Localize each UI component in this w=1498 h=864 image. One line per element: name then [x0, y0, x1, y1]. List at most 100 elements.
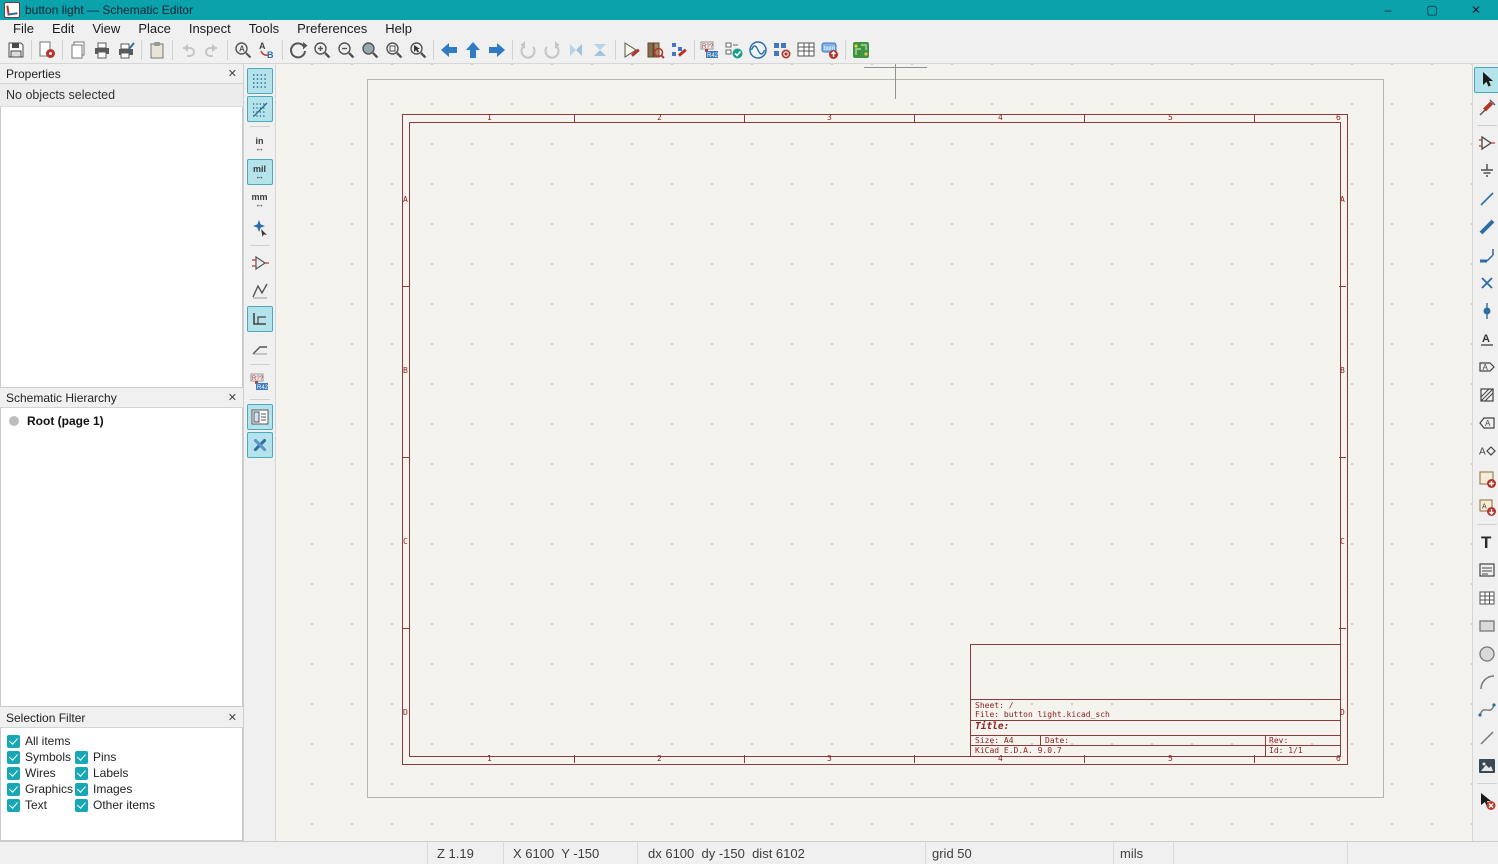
schematic-canvas[interactable]: 1 2 3 4 5 6 1 2 3 4 5 6 A B C D A B C D	[276, 64, 1472, 841]
show-hidden-pins-button[interactable]	[247, 250, 273, 276]
crosshair-style-button[interactable]	[247, 215, 273, 241]
bezier-tool-button[interactable]	[1474, 697, 1498, 723]
grid-overrides-button[interactable]	[246, 96, 273, 122]
save-button[interactable]	[4, 38, 28, 62]
find-replace-button[interactable]: AB	[255, 38, 279, 62]
paste-button[interactable]	[145, 38, 169, 62]
filter-images[interactable]: Images	[75, 782, 132, 796]
hierarchy-navigator-button[interactable]	[246, 404, 273, 430]
hierarchy-close-icon[interactable]: ✕	[228, 391, 237, 404]
assign-footprints-button[interactable]	[770, 38, 794, 62]
menu-file[interactable]: File	[4, 20, 43, 37]
annotate-button[interactable]: R?? R42	[698, 38, 722, 62]
annotate-auto-button[interactable]: R?? R42	[247, 369, 273, 395]
hierarchical-label-tool-button[interactable]: A	[1474, 410, 1498, 436]
image-tool-button[interactable]	[1474, 753, 1498, 779]
line-tool-button[interactable]	[1474, 725, 1498, 751]
plot-button[interactable]	[114, 38, 138, 62]
wire-tool-button[interactable]	[1474, 186, 1498, 212]
nav-up-button[interactable]	[461, 38, 485, 62]
place-symbol-tool-button[interactable]	[1474, 130, 1498, 156]
units-inches-button[interactable]: in ↔	[247, 131, 273, 157]
rotate-cw-button[interactable]	[540, 38, 564, 62]
filter-pins[interactable]: Pins	[75, 750, 116, 764]
highlight-net-tool-button[interactable]	[1474, 95, 1498, 121]
properties-manager-button[interactable]	[246, 432, 273, 458]
zoom-in-button[interactable]	[310, 38, 334, 62]
zoom-out-button[interactable]	[334, 38, 358, 62]
checkbox-checked-icon[interactable]	[7, 750, 20, 764]
footprint-editor-button[interactable]	[667, 38, 691, 62]
simulator-button[interactable]	[746, 38, 770, 62]
hierarchy-root-item[interactable]: Root (page 1)	[1, 408, 242, 428]
page-settings-button[interactable]	[66, 38, 90, 62]
text-box-tool-button[interactable]	[1474, 557, 1498, 583]
menu-place[interactable]: Place	[129, 20, 180, 37]
fields-table-button[interactable]	[794, 38, 818, 62]
net-class-directive-tool-button[interactable]	[1474, 382, 1498, 408]
menu-preferences[interactable]: Preferences	[288, 20, 376, 37]
mirror-vertical-button[interactable]	[564, 38, 588, 62]
checkbox-checked-icon[interactable]	[7, 766, 20, 780]
text-tool-button[interactable]: T	[1474, 529, 1498, 555]
refresh-view-button[interactable]	[286, 38, 310, 62]
wire-45-angle-button[interactable]	[247, 334, 273, 360]
checkbox-checked-icon[interactable]	[75, 766, 88, 780]
nav-back-button[interactable]	[437, 38, 461, 62]
global-label-tool-button[interactable]: A	[1474, 354, 1498, 380]
schematic-setup-button[interactable]	[35, 38, 59, 62]
junction-tool-button[interactable]	[1474, 298, 1498, 324]
wire-free-angle-button[interactable]	[247, 278, 273, 304]
symbol-browser-button[interactable]	[643, 38, 667, 62]
find-button[interactable]: A	[231, 38, 255, 62]
units-mm-button[interactable]: mm ↔	[247, 187, 273, 213]
checkbox-checked-icon[interactable]	[7, 734, 20, 748]
print-button[interactable]	[90, 38, 114, 62]
redo-button[interactable]	[200, 38, 224, 62]
wire-hv-angle-button[interactable]	[246, 306, 273, 332]
select-tool-button[interactable]	[1474, 67, 1498, 93]
mirror-horizontal-button[interactable]	[588, 38, 612, 62]
zoom-selection-button[interactable]	[406, 38, 430, 62]
bom-export-button[interactable]: bom	[818, 38, 842, 62]
rectangle-tool-button[interactable]	[1474, 613, 1498, 639]
table-tool-button[interactable]	[1474, 585, 1498, 611]
filter-all-items[interactable]: All items	[7, 734, 70, 748]
sheet-pin-tool-button[interactable]: A	[1474, 438, 1498, 464]
arc-tool-button[interactable]	[1474, 669, 1498, 695]
undo-button[interactable]	[176, 38, 200, 62]
properties-close-icon[interactable]: ✕	[228, 67, 237, 80]
checkbox-checked-icon[interactable]	[75, 798, 88, 812]
zoom-objects-button[interactable]	[382, 38, 406, 62]
no-connect-tool-button[interactable]	[1474, 270, 1498, 296]
minimize-button[interactable]: –	[1366, 0, 1410, 20]
menu-inspect[interactable]: Inspect	[180, 20, 240, 37]
pcb-editor-button[interactable]	[849, 38, 873, 62]
rotate-ccw-button[interactable]	[516, 38, 540, 62]
units-mils-button[interactable]: mil ↔	[246, 159, 273, 185]
show-grid-button[interactable]	[246, 68, 273, 94]
checkbox-checked-icon[interactable]	[75, 750, 88, 764]
filter-other-items[interactable]: Other items	[75, 798, 155, 812]
close-button[interactable]: ✕	[1454, 0, 1498, 20]
zoom-fit-button[interactable]	[358, 38, 382, 62]
menu-tools[interactable]: Tools	[240, 20, 288, 37]
checkbox-checked-icon[interactable]	[7, 798, 20, 812]
erc-button[interactable]	[722, 38, 746, 62]
menu-view[interactable]: View	[83, 20, 129, 37]
circle-tool-button[interactable]	[1474, 641, 1498, 667]
filter-symbols[interactable]: Symbols	[7, 750, 75, 764]
bus-entry-tool-button[interactable]	[1474, 242, 1498, 268]
menu-edit[interactable]: Edit	[43, 20, 83, 37]
place-power-tool-button[interactable]	[1474, 158, 1498, 184]
bus-tool-button[interactable]	[1474, 214, 1498, 240]
net-label-tool-button[interactable]: A	[1474, 326, 1498, 352]
symbol-editor-button[interactable]	[619, 38, 643, 62]
import-sheet-pin-tool-button[interactable]: A	[1474, 494, 1498, 520]
maximize-button[interactable]: ▢	[1410, 0, 1454, 20]
filter-graphics[interactable]: Graphics	[7, 782, 75, 796]
filter-wires[interactable]: Wires	[7, 766, 75, 780]
checkbox-checked-icon[interactable]	[7, 782, 20, 796]
menu-help[interactable]: Help	[376, 20, 421, 37]
checkbox-checked-icon[interactable]	[75, 782, 88, 796]
